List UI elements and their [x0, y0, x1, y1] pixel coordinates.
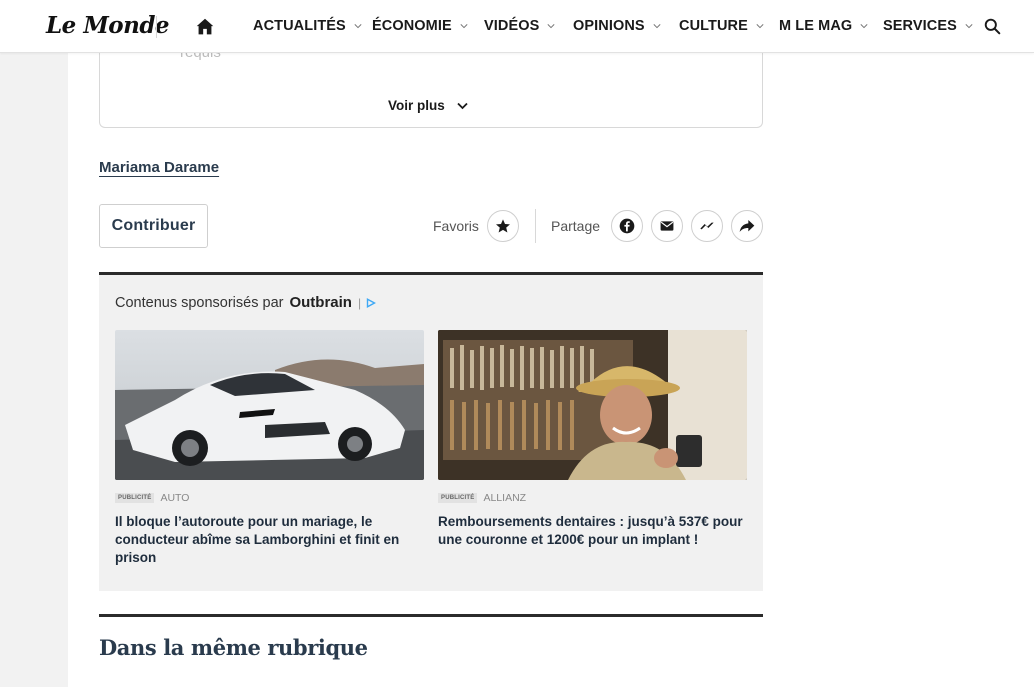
nav-item-m-le-mag[interactable]: M LE MAG: [779, 18, 868, 34]
section-divider: [99, 614, 763, 617]
author-link[interactable]: Mariama Darame: [99, 159, 219, 176]
favorite-button[interactable]: [487, 210, 519, 242]
star-icon: [496, 219, 510, 233]
advertising-badge: PUBLICITÉ: [438, 493, 478, 503]
nav-item-videos[interactable]: VIDÉOS: [484, 18, 555, 34]
sponsored-image-car[interactable]: [115, 330, 424, 480]
sponsored-title[interactable]: Remboursements dentaires : jusqu’à 537€ …: [438, 513, 747, 549]
sponsored-image-craftsman[interactable]: [438, 330, 747, 480]
le-monde-logo[interactable]: Le Monde: [46, 12, 170, 39]
logo-divider: [156, 16, 157, 38]
chevron-down-icon: [547, 24, 555, 29]
voir-plus-button[interactable]: Voir plus: [388, 98, 468, 113]
outbrain-brand[interactable]: Outbrain: [289, 294, 352, 311]
favorites-label: Favoris: [433, 218, 479, 234]
share-facebook-button[interactable]: [611, 210, 643, 242]
sponsored-meta: PUBLICITÉ ALLIANZ: [438, 492, 747, 504]
sponsored-card-1[interactable]: PUBLICITÉ AUTO Il bloque l’autoroute pou…: [115, 330, 424, 567]
share-email-button[interactable]: [651, 210, 683, 242]
sponsored-title[interactable]: Il bloque l’autoroute pour un mariage, l…: [115, 513, 424, 567]
sponsored-card-2[interactable]: PUBLICITÉ ALLIANZ Remboursements dentair…: [438, 330, 747, 549]
action-separator: [535, 209, 536, 243]
advertising-badge: PUBLICITÉ: [115, 493, 155, 503]
share-messenger-button[interactable]: [691, 210, 723, 242]
home-icon[interactable]: [194, 16, 216, 38]
search-icon[interactable]: [984, 18, 1001, 35]
chevron-down-icon: [860, 24, 868, 29]
chevron-down-icon: [457, 102, 468, 109]
contribute-button[interactable]: Contribuer: [99, 204, 208, 248]
share-arrow-icon: [739, 220, 755, 232]
share-more-button[interactable]: [731, 210, 763, 242]
chevron-down-icon: [756, 24, 764, 29]
share-label: Partage: [551, 218, 601, 234]
nav-item-actualites[interactable]: ACTUALITÉS: [253, 18, 362, 34]
chevron-down-icon: [460, 24, 468, 29]
related-section-title: Dans la même rubrique: [99, 635, 368, 660]
nav-item-culture[interactable]: CULTURE: [679, 18, 764, 34]
nav-item-economie[interactable]: ÉCONOMIE: [372, 18, 468, 34]
nav-item-opinions[interactable]: OPINIONS: [573, 18, 661, 34]
chevron-down-icon: [354, 24, 362, 29]
sponsored-source: ALLIANZ: [483, 492, 527, 504]
email-icon: [660, 221, 674, 231]
sponsored-content-block: Contenus sponsorisés par Outbrain | PUBL…: [99, 272, 763, 591]
sponsored-source: AUTO: [160, 492, 190, 504]
top-navigation-bar: Le Monde ACTUALITÉS ÉCONOMIE VIDÉOS OPIN…: [0, 0, 1034, 53]
left-gutter: [0, 53, 68, 687]
outbrain-adchoices-icon[interactable]: [366, 297, 377, 308]
nav-item-services[interactable]: SERVICES: [883, 18, 973, 34]
messenger-icon: [700, 222, 714, 230]
sponsored-meta: PUBLICITÉ AUTO: [115, 492, 424, 504]
chevron-down-icon: [965, 24, 973, 29]
facebook-icon: [619, 218, 635, 234]
chevron-down-icon: [653, 24, 661, 29]
sponsored-header: Contenus sponsorisés par Outbrain |: [115, 294, 377, 311]
